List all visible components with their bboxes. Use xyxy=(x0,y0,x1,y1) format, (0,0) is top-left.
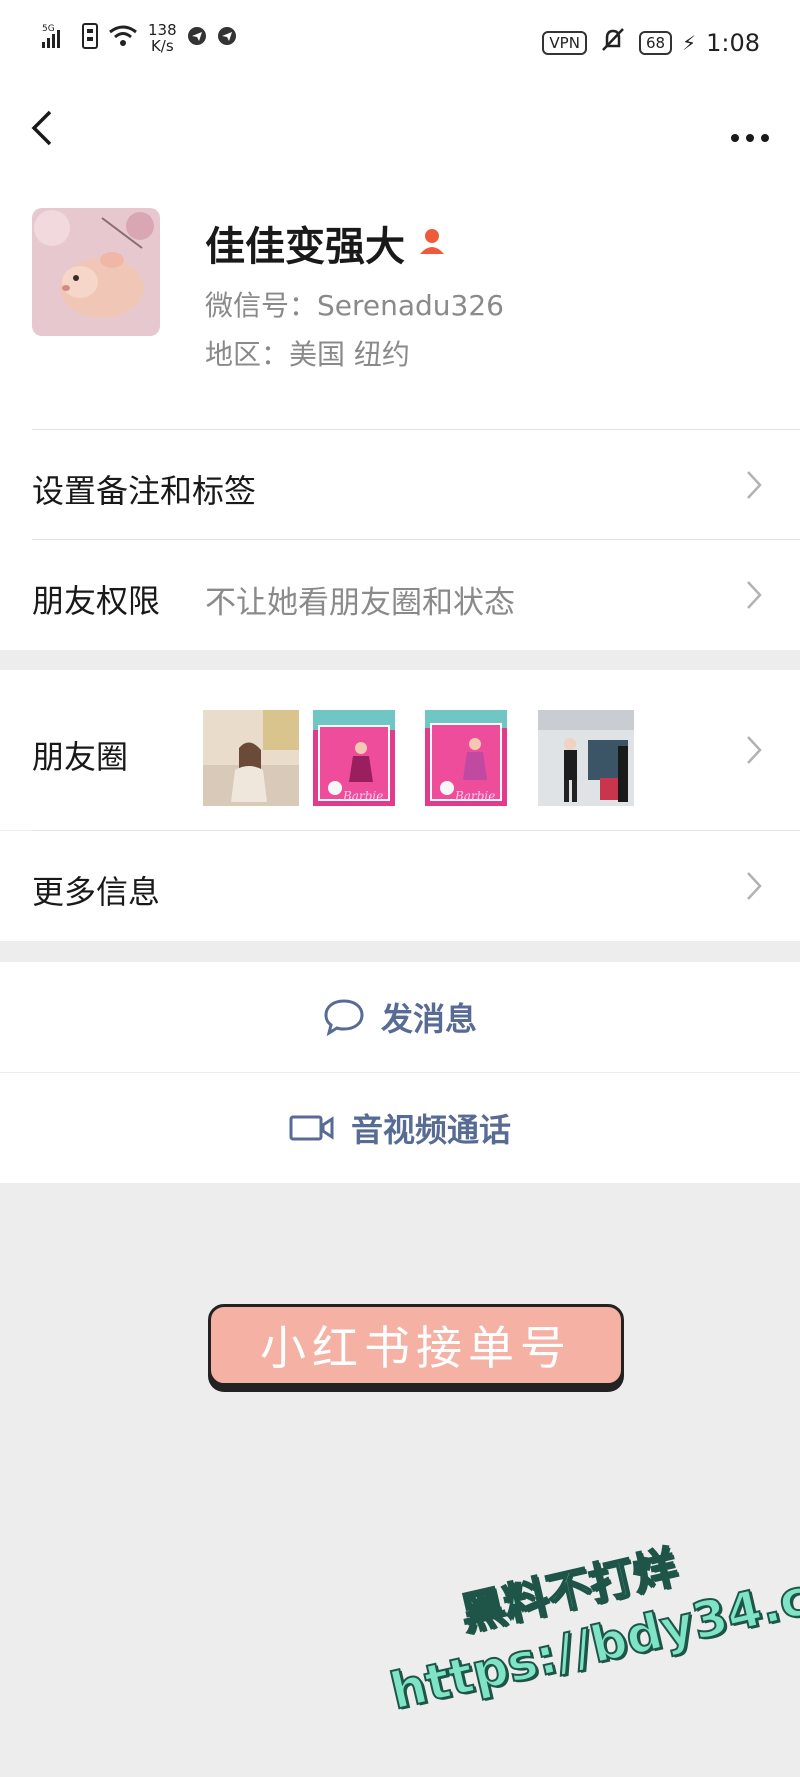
chat-bubble-icon xyxy=(324,999,364,1036)
svg-text:Barbie: Barbie xyxy=(342,789,383,803)
speed-unit: K/s xyxy=(150,37,174,55)
status-right: VPN 68 ⚡ 1:08 xyxy=(542,26,760,60)
video-call-label: 音视频通话 xyxy=(350,1111,511,1149)
wechat-id: 微信号：Serenadu326 xyxy=(205,289,504,322)
more-dots-icon xyxy=(731,134,769,142)
nickname-text: 佳佳变强大 xyxy=(205,224,405,270)
status-bar: 5G 138 K/s VPN 68 ⚡ 1:08 xyxy=(0,0,800,80)
chevron-right-icon xyxy=(747,581,762,609)
moments-thumbnail: Barbie xyxy=(425,710,507,806)
avatar[interactable] xyxy=(32,208,160,336)
more-options-button[interactable] xyxy=(730,124,770,149)
chevron-left-icon xyxy=(31,110,52,146)
more-info-row[interactable]: 更多信息 xyxy=(0,831,800,941)
chevron-right-icon xyxy=(747,471,762,499)
chevron-right-icon xyxy=(747,872,762,900)
svg-text:Barbie: Barbie xyxy=(454,789,495,803)
moments-thumbnail: Barbie xyxy=(313,710,395,806)
speed-value: 138 xyxy=(148,21,177,39)
mute-bell-icon xyxy=(597,26,629,60)
video-call-button[interactable]: 音视频通话 xyxy=(0,1073,800,1183)
set-remarks-label: 设置备注和标签 xyxy=(32,472,257,510)
nav-bar xyxy=(0,80,800,180)
friend-permissions-row[interactable]: 朋友权限 不让她看朋友圈和状态 xyxy=(0,540,800,650)
network-speed: 138 K/s xyxy=(148,22,177,54)
nickname: 佳佳变强大 xyxy=(205,214,447,272)
telegram-icon xyxy=(187,26,207,50)
send-message-label: 发消息 xyxy=(380,1000,477,1038)
set-remarks-row[interactable]: 设置备注和标签 xyxy=(0,430,800,540)
moments-row[interactable]: 朋友圈 Barbie Barbie xyxy=(0,670,800,831)
chevron-right-icon xyxy=(747,736,762,764)
send-message-button[interactable]: 发消息 xyxy=(0,962,800,1072)
clock: 1:08 xyxy=(706,29,760,57)
moments-thumbnail xyxy=(538,710,634,806)
profile-header: 佳佳变强大 微信号：Serenadu326 地区：美国 纽约 xyxy=(0,180,800,430)
wifi-icon xyxy=(108,24,138,52)
friend-permissions-value: 不让她看朋友圈和状态 xyxy=(205,585,515,621)
svg-text:5G: 5G xyxy=(42,24,55,34)
signal-icon: 5G xyxy=(42,22,72,54)
user-badge-icon xyxy=(417,220,447,266)
region: 地区：美国 纽约 xyxy=(205,338,410,371)
moments-label: 朋友圈 xyxy=(32,738,129,776)
watermark: 黑料不打烊 https://bdy34.co xyxy=(370,1496,800,1722)
overlay-stamp: 小红书接单号 xyxy=(208,1304,624,1386)
sim-icon xyxy=(82,23,98,53)
charging-icon: ⚡ xyxy=(682,31,697,55)
video-camera-icon xyxy=(289,1115,334,1141)
battery-indicator: 68 xyxy=(638,31,673,55)
telegram-icon-2 xyxy=(217,26,237,50)
more-info-label: 更多信息 xyxy=(32,873,161,911)
friend-permissions-label: 朋友权限 xyxy=(32,582,161,620)
moments-thumbnail xyxy=(203,710,299,806)
vpn-badge: VPN xyxy=(542,31,587,55)
back-button[interactable] xyxy=(26,108,66,148)
status-left: 5G 138 K/s xyxy=(42,22,237,54)
